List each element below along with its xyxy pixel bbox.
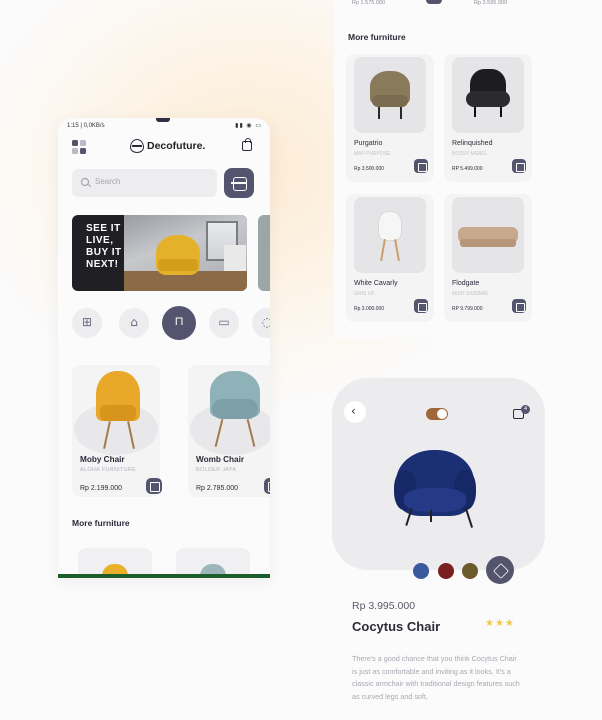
product-brand: MISH SIDEBAR — [452, 291, 488, 297]
color-swatch[interactable] — [438, 563, 454, 579]
promo-banner[interactable]: SEE IT LIVE, BUY IT NEXT! — [72, 215, 247, 291]
status-icons: ▮▮ ◉ ▭ — [235, 123, 262, 129]
ar-view-toggle[interactable] — [426, 408, 448, 420]
product-price: Rp 2.785.000 — [196, 485, 239, 492]
scan-filter-button[interactable] — [224, 168, 254, 198]
next-banner-peek[interactable] — [258, 215, 270, 291]
add-to-cart-button[interactable] — [264, 478, 270, 494]
bottom-edge — [58, 574, 270, 578]
product-brand: BOLDER JAYA — [196, 467, 237, 473]
add-to-cart-button[interactable] — [512, 299, 526, 313]
category-bed[interactable]: ▭ — [209, 308, 239, 338]
product-card[interactable]: Womb Chair BOLDER JAYA Rp 2.785.000 — [188, 365, 270, 497]
product-name: Womb Chair — [196, 455, 245, 464]
section-title: More furniture — [72, 518, 130, 528]
brand-name: Decofuture. — [147, 140, 206, 152]
rating-stars: ★★★ — [485, 618, 515, 629]
color-swatch[interactable] — [462, 563, 478, 579]
product-card[interactable]: Moby Chair ALOHA FURNITURE Rp 2.199.000 — [72, 365, 162, 497]
product-price: Rp 3.995.000 — [352, 600, 416, 612]
product-price: RP 9.799.000 — [452, 306, 483, 312]
lamp-icon: ◌ — [261, 315, 270, 329]
product-description: There's a good chance that you think Coc… — [352, 654, 520, 701]
product-price: Rp 2.199.000 — [80, 485, 123, 492]
add-to-cart-button[interactable] — [512, 159, 526, 173]
product-image — [354, 57, 426, 133]
product-brand: ALOHA FURNITURE — [80, 467, 137, 473]
grid-icon: ⊞ — [81, 315, 93, 329]
table-icon: ⊓ — [174, 314, 184, 328]
chevron-left-icon: ‹ — [351, 404, 356, 418]
product-detail-hero: ‹ 4 — [332, 378, 545, 570]
product-card[interactable]: Relinquished BOSSY MEBEL RP 5.499.000 — [444, 54, 532, 182]
product-brand: BOSSY MEBEL — [452, 151, 488, 157]
bed-icon: ▭ — [218, 315, 230, 329]
category-sofa[interactable]: ⌂ — [119, 308, 149, 338]
product-card[interactable]: White Cavarly GRIS LR Rp 3.000.000 — [346, 194, 434, 322]
ar-cube-button[interactable] — [486, 556, 514, 584]
product-price: Rp 3.500.000 — [354, 166, 385, 172]
banner-headline: SEE IT LIVE, BUY IT NEXT! — [86, 223, 122, 270]
more-furniture-screen: Rp 1.575.000 Rp 3.595.000 More furniture… — [334, 0, 544, 338]
color-swatch[interactable] — [413, 563, 429, 579]
product-image — [452, 197, 524, 273]
logo-mark-icon — [130, 139, 144, 153]
shopping-bag-icon[interactable] — [242, 138, 252, 151]
prev-card-price: Rp 1.575.000 — [352, 0, 386, 6]
product-title: Cocytus Chair — [352, 619, 441, 634]
status-time: 1:15 | 0,0KB/s — [67, 123, 105, 129]
camera-notch — [156, 118, 170, 122]
product-image — [354, 197, 426, 273]
category-table[interactable]: ⊓ — [162, 306, 196, 340]
product-brand: GRIS LR — [354, 291, 375, 297]
search-input[interactable]: Search — [72, 169, 217, 197]
product-brand: MAP PURPOSE — [354, 151, 391, 157]
cart-count-badge: 4 — [521, 405, 530, 414]
add-to-cart-button[interactable] — [414, 299, 428, 313]
brand-logo: Decofuture. — [130, 139, 205, 153]
product-price: RP 5.499.000 — [452, 166, 483, 172]
add-to-cart-button[interactable] — [146, 478, 162, 494]
product-name: Moby Chair — [80, 455, 125, 464]
product-price: Rp 3.000.000 — [354, 306, 385, 312]
product-image — [452, 57, 524, 133]
product-card[interactable]: Flodgate MISH SIDEBAR RP 9.799.000 — [444, 194, 532, 322]
product-card[interactable]: Purgatrio MAP PURPOSE Rp 3.500.000 — [346, 54, 434, 182]
search-icon — [81, 178, 89, 186]
back-button[interactable]: ‹ — [344, 401, 366, 423]
section-title: More furniture — [348, 32, 406, 42]
category-lamp[interactable]: ◌ — [252, 308, 270, 338]
home-screen: 1:15 | 0,0KB/s ▮▮ ◉ ▭ Decofuture. Search… — [58, 118, 270, 578]
menu-grid-icon[interactable] — [72, 140, 86, 154]
prev-card-price: Rp 3.595.000 — [474, 0, 508, 6]
product-name: Relinquished — [452, 140, 493, 147]
product-name: Flodgate — [452, 280, 480, 287]
search-placeholder: Search — [95, 177, 121, 186]
product-name: Purgatrio — [354, 140, 383, 147]
armchair-icon: ⌂ — [130, 315, 138, 329]
add-to-cart-button[interactable] — [414, 159, 428, 173]
banner-room-photo — [124, 215, 247, 291]
category-all[interactable]: ⊞ — [72, 308, 102, 338]
product-name: White Cavarly — [354, 280, 398, 287]
